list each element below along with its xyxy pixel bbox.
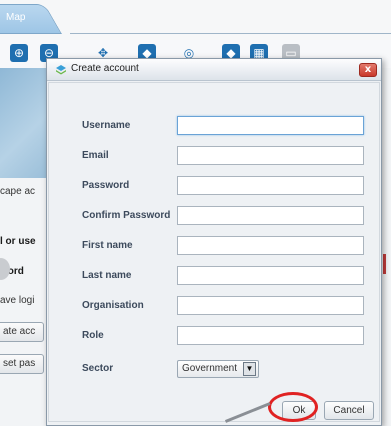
sector-label: Sector	[82, 363, 114, 374]
left-panel-text: l or use	[0, 236, 36, 247]
layers-icon	[56, 65, 66, 75]
zoom-in-icon[interactable]: ⊕	[10, 44, 28, 62]
email-field[interactable]	[177, 146, 364, 165]
left-panel-text: ave logi	[0, 295, 35, 306]
role-label: Role	[82, 330, 104, 341]
username-field[interactable]	[177, 116, 364, 135]
create-account-dialog: Create account x Username Email Password…	[46, 58, 382, 426]
cancel-button[interactable]: Cancel	[324, 401, 374, 420]
dialog-titlebar[interactable]: Create account x	[47, 59, 381, 81]
organisation-field[interactable]	[177, 296, 364, 315]
highlight-circle	[268, 392, 318, 422]
tab-bar-divider	[70, 33, 391, 34]
left-panel: cape ac l or use word ave logi ate acc s…	[0, 68, 46, 426]
right-marker	[383, 254, 386, 274]
role-field[interactable]	[177, 326, 364, 345]
dialog-title: Create account	[71, 63, 139, 74]
email-label: Email	[82, 150, 109, 161]
left-panel-text: cape ac	[0, 186, 36, 197]
confirm-password-label: Confirm Password	[82, 210, 171, 221]
username-label: Username	[82, 120, 131, 131]
create-account-button[interactable]: ate acc	[0, 322, 44, 342]
first-name-field[interactable]	[177, 236, 364, 255]
dialog-form: Username Email Password Confirm Password…	[48, 82, 380, 422]
last-name-field[interactable]	[177, 266, 364, 285]
chevron-down-icon[interactable]: ▼	[243, 362, 256, 376]
close-button[interactable]: x	[359, 63, 377, 77]
reset-password-button[interactable]: set pas	[0, 354, 44, 374]
confirm-password-field[interactable]	[177, 206, 364, 225]
first-name-label: First name	[82, 240, 133, 251]
password-field[interactable]	[177, 176, 364, 195]
last-name-label: Last name	[82, 270, 132, 281]
organisation-label: Organisation	[82, 300, 144, 311]
tab-map-label: Map	[6, 12, 26, 23]
sector-selected-value: Government	[182, 363, 238, 374]
password-label: Password	[82, 180, 130, 191]
sector-select[interactable]: Government ▼	[177, 360, 259, 378]
left-panel-banner	[0, 68, 46, 178]
tab-bar: Map	[0, 0, 391, 40]
